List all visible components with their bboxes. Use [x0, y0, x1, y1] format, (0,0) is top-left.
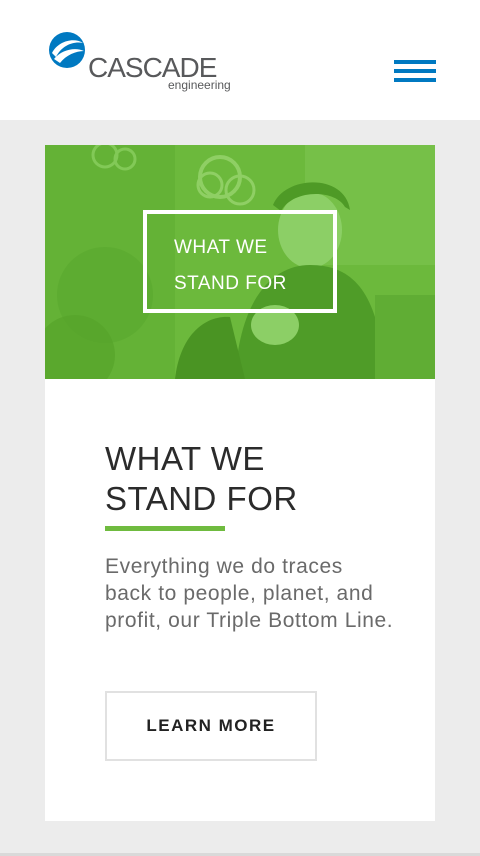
globe-swoosh-icon: [49, 32, 85, 68]
hamburger-menu-icon[interactable]: [394, 60, 436, 86]
logo-subtitle: engineering: [168, 78, 231, 92]
menu-bar: [394, 69, 436, 73]
hero-title: WHAT WE STAND FOR: [174, 237, 287, 294]
hero-title-frame: WHAT WE STAND FOR: [143, 210, 337, 313]
cascade-logo[interactable]: CASCADE engineering: [48, 30, 248, 94]
content-card: WHAT WE STAND FOR WHAT WE STAND FOR Ever…: [45, 145, 435, 821]
title-underline: [105, 526, 225, 531]
menu-bar: [394, 78, 436, 82]
site-header: CASCADE engineering: [0, 0, 480, 120]
menu-bar: [394, 60, 436, 64]
section-title: WHAT WE STAND FOR: [105, 440, 298, 517]
learn-more-button[interactable]: LEARN MORE: [105, 691, 317, 761]
hero-image-banner[interactable]: WHAT WE STAND FOR: [45, 145, 435, 379]
section-description: Everything we do traces back to people, …: [105, 555, 394, 632]
